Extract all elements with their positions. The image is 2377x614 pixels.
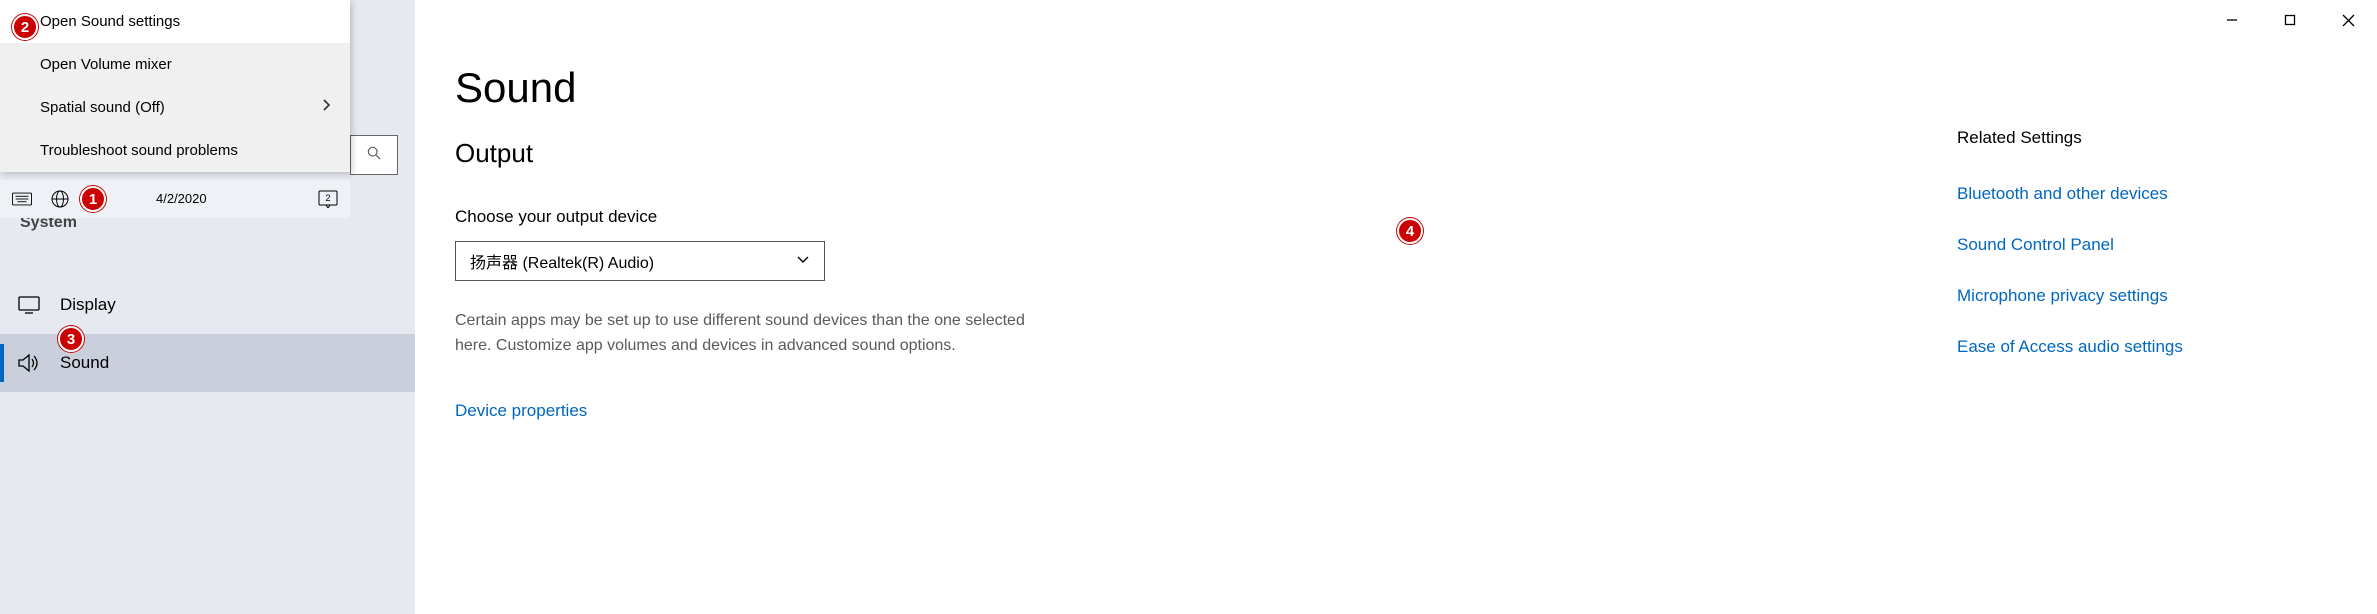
search-box-fragment[interactable] [350,135,398,175]
tray-context-menu: Open Sound settings Open Volume mixer Sp… [0,0,350,172]
related-link-bluetooth[interactable]: Bluetooth and other devices [1957,168,2267,219]
ctx-open-volume-mixer[interactable]: Open Volume mixer [0,43,350,86]
chevron-down-icon [796,252,810,270]
window-controls [2203,0,2377,40]
step-badge-2: 2 [12,14,38,40]
svg-text:2: 2 [325,193,330,203]
display-icon [18,294,40,316]
ctx-open-sound-settings[interactable]: Open Sound settings [0,0,350,43]
tray-clock[interactable]: 4/2/2020 [156,192,207,206]
system-tray: 4/2/2020 2 [0,180,350,218]
related-link-mic-privacy[interactable]: Microphone privacy settings [1957,270,2267,321]
ctx-item-label: Open Sound settings [40,13,180,30]
related-link-sound-control-panel[interactable]: Sound Control Panel [1957,219,2267,270]
output-hint-text: Certain apps may be set up to use differ… [455,309,1045,359]
settings-window: Sound Output Choose your output device 扬… [415,0,2377,614]
output-device-value: 扬声器 (Realtek(R) Audio) [470,249,654,273]
sidebar-item-display[interactable]: Display [0,276,415,334]
minimize-button[interactable] [2203,0,2261,40]
ctx-item-label: Open Volume mixer [40,56,172,73]
related-settings-title: Related Settings [1957,128,2267,148]
related-settings: Related Settings Bluetooth and other dev… [1957,128,2267,372]
sound-icon [18,352,40,374]
page-title: Sound [455,64,2347,112]
tray-date: 4/2/2020 [156,192,207,206]
output-device-select[interactable]: 扬声器 (Realtek(R) Audio) [455,241,825,281]
search-icon [367,146,381,165]
step-badge-4: 4 [1397,218,1423,244]
left-region: System Open Sound settings Open Volume m… [0,0,415,614]
network-icon[interactable] [50,190,70,208]
ctx-spatial-sound[interactable]: Spatial sound (Off) [0,86,350,129]
maximize-button[interactable] [2261,0,2319,40]
sidebar-item-label: Sound [60,353,109,373]
chevron-right-icon [322,98,332,117]
close-button[interactable] [2319,0,2377,40]
sidebar-item-label: Display [60,295,116,315]
ctx-item-label: Spatial sound (Off) [40,99,165,116]
device-properties-link[interactable]: Device properties [455,385,2347,436]
related-link-ease-of-access[interactable]: Ease of Access audio settings [1957,321,2267,372]
keyboard-icon[interactable] [12,190,32,208]
step-badge-1: 1 [80,186,106,212]
ctx-troubleshoot-sound[interactable]: Troubleshoot sound problems [0,129,350,172]
notifications-icon[interactable]: 2 [318,190,338,208]
ctx-item-label: Troubleshoot sound problems [40,142,238,159]
step-badge-3: 3 [58,326,84,352]
